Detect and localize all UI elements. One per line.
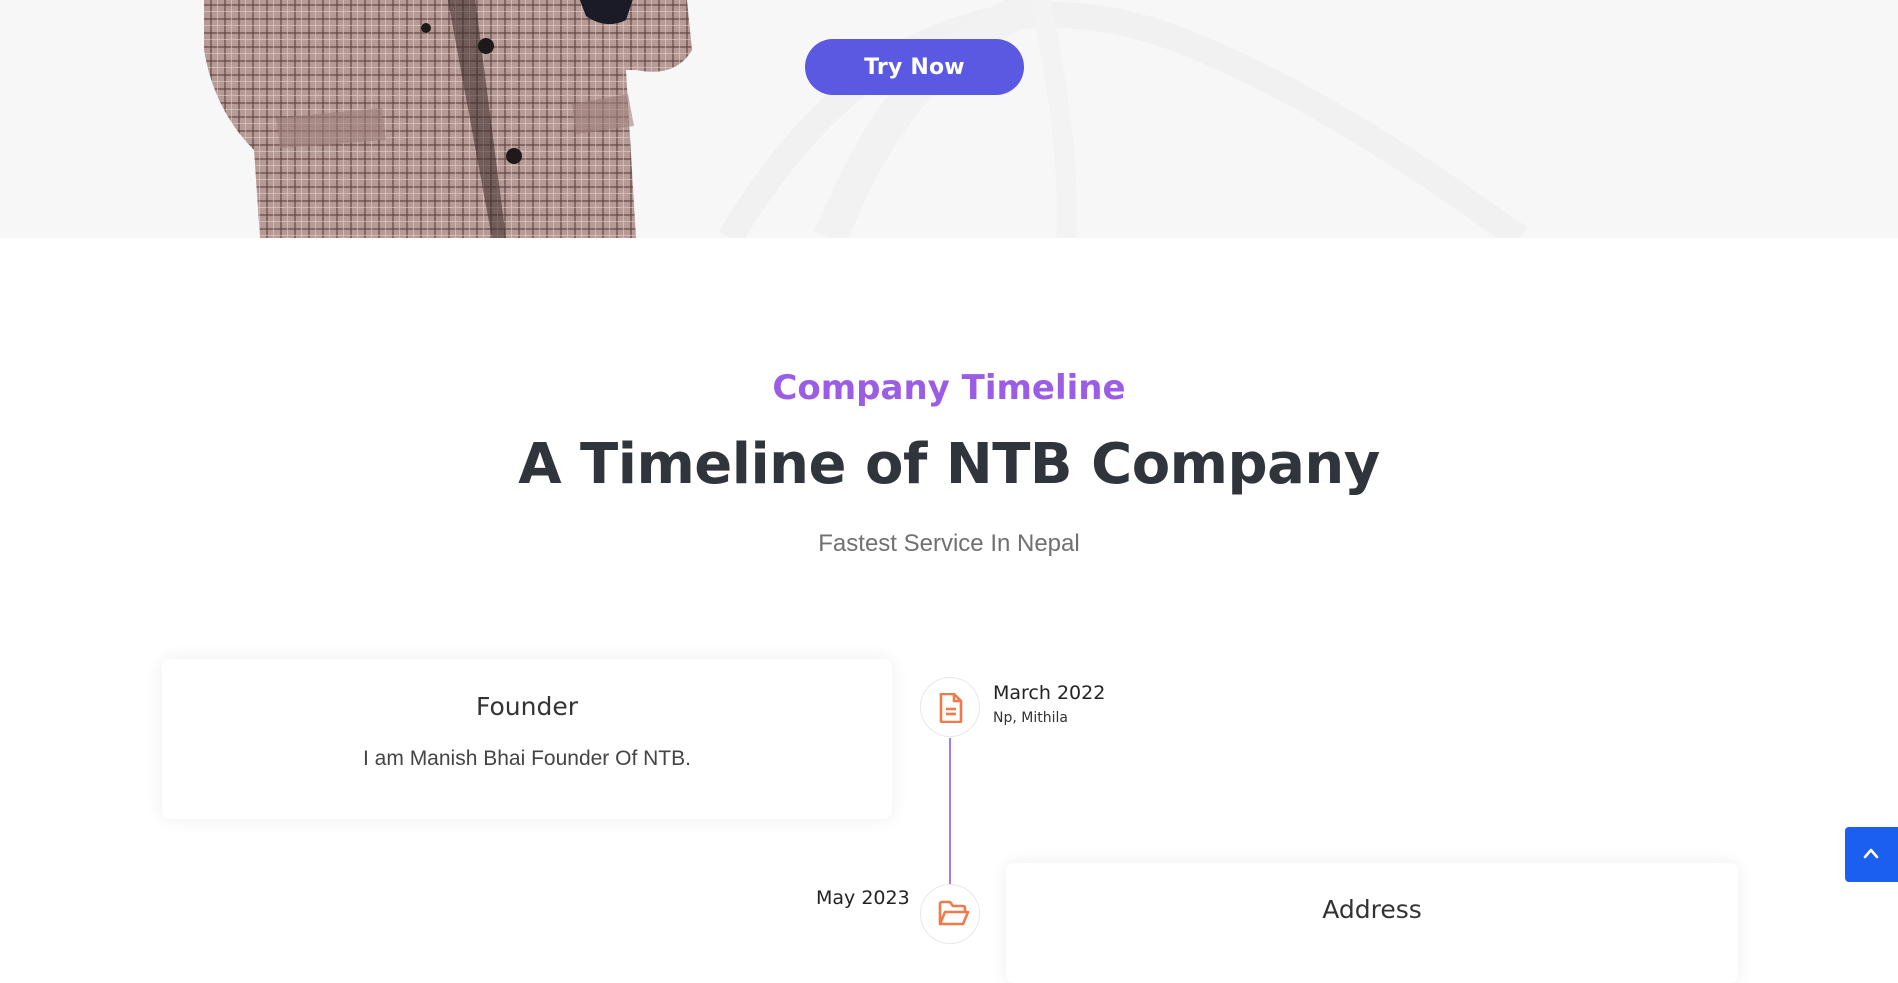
timeline-line — [949, 738, 951, 888]
section-subtitle: Fastest Service In Nepal — [818, 530, 1080, 557]
timeline-date: May 2023 — [816, 887, 910, 909]
timeline-date: March 2022 — [993, 682, 1106, 704]
timeline-card-title: Founder — [475, 692, 578, 721]
timeline-card-address: Address — [1006, 863, 1738, 983]
timeline-card-text: I am Manish Bhai Founder Of NTB. — [363, 747, 691, 770]
chevron-up-icon — [1863, 848, 1879, 859]
try-now-button[interactable]: Try Now — [805, 39, 1024, 95]
section-title: A Timeline of NTB Company — [518, 432, 1380, 497]
folder-open-icon — [938, 900, 970, 926]
timeline-marker — [920, 884, 980, 944]
hero-section: Try Now — [0, 0, 1898, 238]
timeline-place: Np, Mithila — [993, 710, 1068, 726]
person-in-blazer-image — [204, 0, 692, 238]
timeline-marker — [920, 677, 980, 737]
back-to-top-button[interactable] — [1845, 827, 1898, 882]
timeline-card-founder: Founder I am Manish Bhai Founder Of NTB. — [162, 659, 892, 819]
file-text-icon — [939, 693, 963, 723]
section-eyebrow: Company Timeline — [772, 368, 1126, 408]
timeline-card-title: Address — [1322, 895, 1422, 924]
